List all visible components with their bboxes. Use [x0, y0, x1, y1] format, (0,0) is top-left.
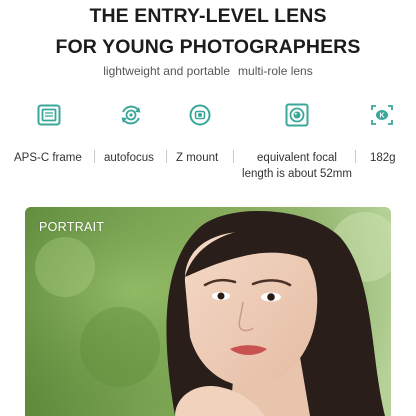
spec-separator: [94, 150, 95, 163]
subheadline-part-1: lightweight and portable: [103, 64, 231, 78]
spec-focal-length: equivalent focal length is about 52mm: [238, 150, 356, 182]
weight-icon: K: [370, 103, 394, 127]
spec-z-mount: Z mount: [176, 152, 219, 164]
spec-separator: [166, 150, 167, 163]
subheadline: lightweight and portable multi-role lens: [0, 64, 416, 78]
spec-weight: 182g: [370, 152, 396, 164]
photo-label-portrait: PORTRAIT: [39, 220, 105, 234]
spec-focal-length-line-1: equivalent focal: [257, 152, 337, 164]
spec-focal-length-line-2: length is about 52mm: [242, 168, 352, 180]
subheadline-part-2: multi-role lens: [238, 64, 313, 78]
portrait-photo: PORTRAIT: [25, 207, 391, 416]
spec-separator: [355, 150, 356, 163]
focal-length-icon: [285, 103, 309, 127]
spec-separator: [233, 150, 234, 163]
mount-icon: [188, 103, 212, 127]
headline-line-1: THE ENTRY-LEVEL LENS: [89, 5, 327, 27]
svg-text:K: K: [379, 113, 384, 120]
frame-sensor-icon: [37, 103, 61, 127]
portrait-illustration: [25, 207, 391, 416]
spec-autofocus: autofocus: [104, 152, 154, 164]
spec-apsc-frame: APS-C frame: [14, 152, 82, 164]
headline-line-2: FOR YOUNG PHOTOGRAPHERS: [55, 36, 361, 58]
autofocus-icon: [119, 103, 143, 127]
